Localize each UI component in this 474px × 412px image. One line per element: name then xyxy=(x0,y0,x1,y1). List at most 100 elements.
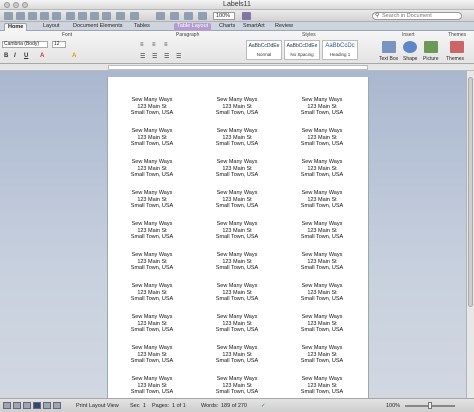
text-box-icon[interactable] xyxy=(382,41,396,53)
label-line1: Sew Many Ways xyxy=(131,97,173,103)
address-label: Sew Many Ways 123 Main St Small Town, USA xyxy=(292,314,352,334)
label-line3: Small Town, USA xyxy=(215,389,259,396)
align-center-icon[interactable]: ☰ xyxy=(152,53,157,60)
tab-layout[interactable]: Layout xyxy=(40,23,63,31)
ribbon-tabs: Home Layout Document Elements Tables Tab… xyxy=(0,22,474,31)
picture-button[interactable]: Picture xyxy=(423,56,439,62)
scroll-thumb[interactable] xyxy=(468,77,473,307)
bullets-icon[interactable]: ≡ xyxy=(140,42,144,48)
table-icon[interactable] xyxy=(170,12,179,20)
style-no-spacing[interactable]: AaBbCcDdEe No Spacing xyxy=(284,40,320,60)
shape-icon[interactable] xyxy=(403,41,417,53)
highlight-icon[interactable]: A xyxy=(72,53,76,59)
undo-icon[interactable] xyxy=(116,12,125,20)
print-icon[interactable] xyxy=(52,12,61,20)
label-line3: Small Town, USA xyxy=(130,265,174,272)
address-label: Sew Many Ways 123 Main St Small Town, USA xyxy=(207,376,267,396)
address-label: Sew Many Ways 123 Main St Small Town, USA xyxy=(122,221,182,241)
themes-button[interactable]: Themes xyxy=(446,56,464,62)
templates-icon[interactable] xyxy=(16,12,25,20)
spelling-check-icon[interactable]: ✓ xyxy=(261,403,266,409)
label-line1: Sew Many Ways xyxy=(301,345,343,351)
address-label: Sew Many Ways 123 Main St Small Town, USA xyxy=(207,252,267,272)
tab-tables[interactable]: Tables xyxy=(131,23,153,31)
label-line2: 123 Main St xyxy=(307,320,337,327)
ribbon: Font Paragraph Styles Insert Themes Camb… xyxy=(0,31,474,64)
tab-charts[interactable]: Charts xyxy=(216,23,238,31)
copy-icon[interactable] xyxy=(78,12,87,20)
multilevel-icon[interactable]: ≡ xyxy=(164,42,168,48)
status-bar: Print Layout View Sec 1 Pages: 1 of 1 Wo… xyxy=(0,398,474,412)
label-line1: Sew Many Ways xyxy=(216,128,258,134)
label-line1: Sew Many Ways xyxy=(301,376,343,382)
tab-table-layout[interactable]: Table Layout xyxy=(174,23,212,31)
picture-icon[interactable] xyxy=(424,41,438,53)
show-formatting-icon[interactable] xyxy=(156,12,165,20)
save-icon[interactable] xyxy=(40,12,49,20)
address-label: Sew Many Ways 123 Main St Small Town, USA xyxy=(122,97,182,117)
label-line3: Small Town, USA xyxy=(215,110,259,117)
label-line3: Small Town, USA xyxy=(130,327,174,334)
print-layout-view-button[interactable] xyxy=(33,402,41,409)
label-line2: 123 Main St xyxy=(137,134,167,141)
shape-button[interactable]: Shape xyxy=(403,56,417,62)
style-normal[interactable]: AaBbCcDdEe Normal xyxy=(246,40,282,60)
document-page[interactable]: Sew Many Ways 123 Main St Small Town, USA S… xyxy=(107,77,369,398)
font-color-icon[interactable]: A xyxy=(40,53,44,59)
format-painter-icon[interactable] xyxy=(102,12,111,20)
publishing-view-button[interactable] xyxy=(23,402,31,409)
address-label: Sew Many Ways 123 Main St Small Town, USA xyxy=(122,159,182,179)
help-icon[interactable] xyxy=(242,12,251,20)
paste-icon[interactable] xyxy=(90,12,99,20)
label-line2: 123 Main St xyxy=(222,258,252,265)
cut-icon[interactable] xyxy=(66,12,75,20)
text-box-button[interactable]: Text Box xyxy=(379,56,398,62)
justify-icon[interactable]: ☰ xyxy=(176,53,181,60)
full-screen-view-button[interactable] xyxy=(53,402,61,409)
style-heading-1[interactable]: AaBbCcDc Heading 1 xyxy=(322,40,358,60)
label-line1: Sew Many Ways xyxy=(216,159,258,165)
label-line1: Sew Many Ways xyxy=(216,376,258,382)
style-sample: AaBbCcDdEe xyxy=(286,43,318,49)
label-line3: Small Town, USA xyxy=(215,172,259,179)
font-size-select[interactable]: 12 xyxy=(52,41,66,48)
ruler-scale xyxy=(108,65,368,70)
vertical-scrollbar[interactable] xyxy=(466,71,474,398)
themes-icon[interactable] xyxy=(450,41,464,53)
tab-review[interactable]: Review xyxy=(272,23,296,31)
style-sample: AaBbCcDc xyxy=(325,43,355,49)
horizontal-ruler[interactable] xyxy=(0,64,474,71)
tab-home[interactable]: Home xyxy=(4,23,28,31)
bold-button[interactable]: B xyxy=(4,53,8,59)
label-line2: 123 Main St xyxy=(137,289,167,296)
redo-icon[interactable] xyxy=(130,12,139,20)
label-line3: Small Town, USA xyxy=(130,234,174,241)
open-icon[interactable] xyxy=(28,12,37,20)
columns-icon[interactable] xyxy=(184,12,193,20)
label-line3: Small Town, USA xyxy=(300,265,344,272)
align-right-icon[interactable]: ☰ xyxy=(164,53,169,60)
underline-button[interactable]: U xyxy=(24,53,28,59)
notebook-view-button[interactable] xyxy=(43,402,51,409)
search-input[interactable]: ⚲ Search in Document xyxy=(372,12,462,20)
sidebar-icon[interactable] xyxy=(198,12,207,20)
label-line2: 123 Main St xyxy=(307,227,337,234)
label-line2: 123 Main St xyxy=(222,165,252,172)
address-label: Sew Many Ways 123 Main St Small Town, USA xyxy=(292,97,352,117)
italic-button[interactable]: I xyxy=(14,53,16,59)
outline-view-button[interactable] xyxy=(13,402,21,409)
label-line3: Small Town, USA xyxy=(130,389,174,396)
font-name-select[interactable]: Cambria (Body) xyxy=(2,41,48,48)
zoom-select[interactable]: 100% xyxy=(213,12,235,20)
tab-smartart[interactable]: SmartArt xyxy=(240,23,268,31)
address-label: Sew Many Ways 123 Main St Small Town, USA xyxy=(122,345,182,365)
label-line1: Sew Many Ways xyxy=(301,252,343,258)
draft-view-button[interactable] xyxy=(3,402,11,409)
tab-document-elements[interactable]: Document Elements xyxy=(70,23,126,31)
address-label: Sew Many Ways 123 Main St Small Town, USA xyxy=(292,283,352,303)
zoom-slider-handle[interactable] xyxy=(428,402,432,409)
numbering-icon[interactable]: ≡ xyxy=(152,42,156,48)
align-left-icon[interactable]: ☰ xyxy=(140,53,145,60)
new-document-icon[interactable] xyxy=(4,12,13,20)
search-icon: ⚲ xyxy=(375,13,380,19)
